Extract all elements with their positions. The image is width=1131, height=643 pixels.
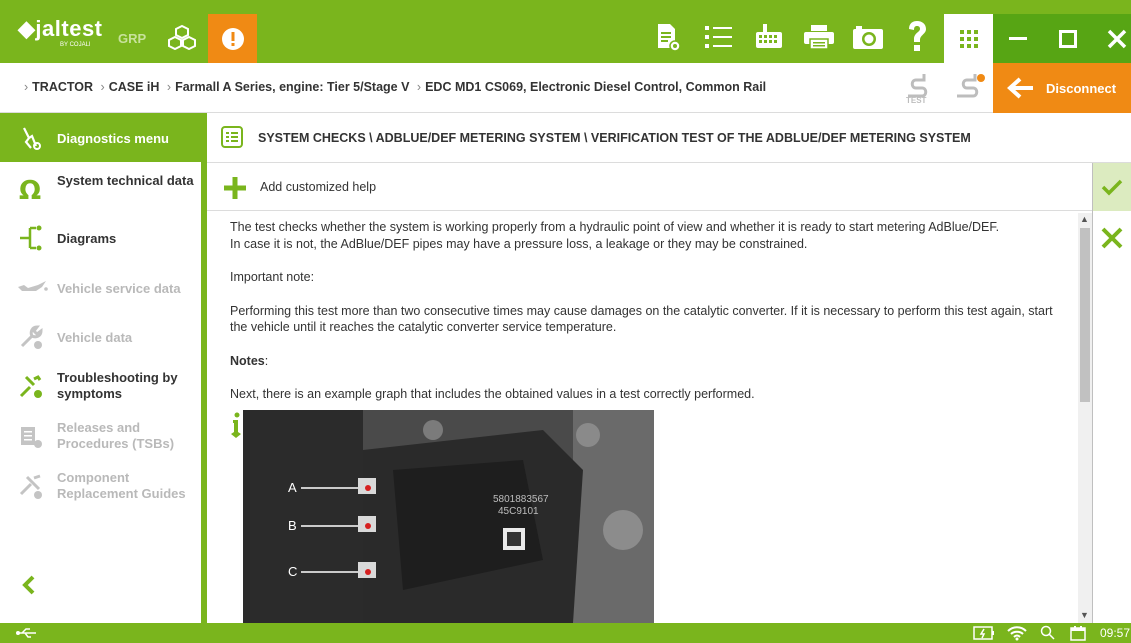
brand-sub: BY COJALI xyxy=(60,42,91,48)
cancel-button[interactable] xyxy=(1093,219,1131,257)
disconnect-button[interactable]: Disconnect xyxy=(993,63,1131,113)
apps-grid-icon xyxy=(959,29,978,48)
disconnect-label: Disconnect xyxy=(1046,81,1117,96)
sidebar-item-label: Troubleshooting by symptoms xyxy=(57,370,178,401)
sidebar-item-vehicle-data[interactable]: Vehicle data xyxy=(0,318,201,358)
sidebar-header-label: Diagnostics menu xyxy=(57,131,169,146)
test-mode-label: TEST xyxy=(906,96,927,104)
maximize-icon[interactable] xyxy=(1059,30,1077,48)
breadcrumb-system[interactable]: EDC MD1 CS069, Electronic Diesel Control… xyxy=(425,80,766,94)
system-connect-icon xyxy=(957,74,985,98)
svg-text:Ω: Ω xyxy=(19,176,41,203)
sidebar-item-label: System technical data xyxy=(57,173,194,188)
alert-icon xyxy=(221,27,244,50)
brand-name: jaltest xyxy=(35,16,103,41)
chevron-left-icon xyxy=(22,575,35,595)
sidebar-item-label: Component Replacement Guides xyxy=(57,470,186,501)
wrench-icon xyxy=(18,324,44,350)
minimize-icon[interactable] xyxy=(1009,37,1027,41)
search-icon xyxy=(1040,625,1056,641)
window-controls xyxy=(993,14,1131,63)
breadcrumb-vehicle-type[interactable]: TRACTOR xyxy=(32,80,93,94)
page-title: SYSTEM CHECKS \ ADBLUE/DEF METERING SYST… xyxy=(258,131,971,145)
photo-part-number-2: 45C9101 xyxy=(498,506,539,517)
close-icon[interactable] xyxy=(1107,29,1127,49)
battery-icon xyxy=(973,625,995,641)
cubes-icon[interactable] xyxy=(166,24,198,50)
sidebar-item-component-replacement[interactable]: Component Replacement Guides xyxy=(0,468,201,508)
description-line-1: The test checks whether the system is wo… xyxy=(230,220,1000,234)
usb-icon xyxy=(16,628,38,638)
scroll-up-icon[interactable]: ▲ xyxy=(1080,214,1089,224)
scroll-thumb[interactable] xyxy=(1080,228,1090,402)
apps-grid-button[interactable] xyxy=(944,14,993,63)
plus-icon xyxy=(223,176,247,200)
document-icon[interactable] xyxy=(655,22,681,52)
connection-status-button[interactable] xyxy=(953,72,987,104)
tools-icon xyxy=(18,474,44,500)
notes-colon: : xyxy=(264,353,269,368)
diagram-icon xyxy=(18,224,44,252)
metering-module-photo: 5801883567 45C9101 A B C xyxy=(243,410,654,623)
clipboard-icon xyxy=(18,424,44,450)
edition-label: GRP xyxy=(118,31,147,46)
sidebar-item-vehicle-service-data[interactable]: Vehicle service data xyxy=(0,269,201,309)
wifi-icon xyxy=(1007,625,1027,641)
photo-label-c: C xyxy=(288,564,297,579)
sidebar-item-diagrams[interactable]: Diagrams xyxy=(0,220,201,260)
cross-icon xyxy=(1101,227,1123,249)
warning-paragraph: Performing this test more than two conse… xyxy=(230,303,1053,335)
jaltest-logo: ◆jaltest BY COJALI xyxy=(18,16,103,49)
printer-icon[interactable] xyxy=(803,24,835,50)
logo-mark: ◆ xyxy=(18,16,36,41)
breadcrumb: › TRACTOR › CASE iH › Farmall A Series, eng… xyxy=(24,80,766,94)
photo-part-number-1: 5801883567 xyxy=(493,494,549,505)
sidebar-item-system-technical-data[interactable]: Ω System technical data xyxy=(0,171,201,211)
oil-can-icon xyxy=(16,279,48,297)
status-bar: 09:57 xyxy=(0,623,1131,643)
help-label: Add customized help xyxy=(260,180,377,194)
troubleshooting-icon xyxy=(18,374,44,400)
checklist-icon xyxy=(221,126,243,148)
breadcrumb-chevron-icon: › xyxy=(416,80,422,94)
keyboard-icon[interactable] xyxy=(754,22,784,52)
sidebar: Diagnostics menu Ω System technical data… xyxy=(0,113,201,623)
sidebar-item-label: Releases and Procedures (TSBs) xyxy=(57,420,175,451)
back-button[interactable] xyxy=(22,575,36,595)
clock: 09:57 xyxy=(1100,626,1131,640)
breadcrumb-chevron-icon: › xyxy=(166,80,172,94)
breadcrumb-brand[interactable]: CASE iH xyxy=(109,80,160,94)
photo-label-a: A xyxy=(288,480,297,495)
info-icon[interactable] xyxy=(229,412,243,444)
sidebar-item-label: Vehicle data xyxy=(57,330,133,345)
sidebar-item-troubleshooting[interactable]: Troubleshooting by symptoms xyxy=(0,368,201,408)
sidebar-item-label: Diagrams xyxy=(57,231,117,246)
test-mode-button[interactable]: TEST xyxy=(902,72,934,104)
arrow-left-icon xyxy=(1007,77,1035,99)
calendar-icon xyxy=(1070,625,1086,641)
sidebar-item-label: Vehicle service data xyxy=(57,281,181,296)
diagnostics-icon xyxy=(20,126,42,150)
breadcrumb-model[interactable]: Farmall A Series, engine: Tier 5/Stage V xyxy=(175,80,409,94)
description-line-2: In case it is not, the AdBlue/DEF pipes … xyxy=(230,236,808,251)
sidebar-header-diagnostics-menu[interactable]: Diagnostics menu xyxy=(0,113,201,162)
add-customized-help-button[interactable]: Add customized help xyxy=(207,163,1093,211)
breadcrumb-chevron-icon: › xyxy=(100,80,105,94)
sidebar-item-releases-procedures[interactable]: Releases and Procedures (TSBs) xyxy=(0,418,201,458)
list-icon[interactable] xyxy=(704,24,734,50)
example-paragraph: Next, there is an example graph that inc… xyxy=(230,387,755,401)
breadcrumb-chevron-icon: › xyxy=(24,80,29,94)
photo-label-b: B xyxy=(288,518,297,533)
accept-button[interactable] xyxy=(1093,163,1131,211)
omega-icon: Ω xyxy=(18,175,44,203)
help-icon[interactable] xyxy=(906,20,928,54)
important-note-heading: Important note: xyxy=(230,270,315,284)
camera-icon[interactable] xyxy=(852,24,884,50)
system-test-icon: TEST xyxy=(906,74,928,104)
scroll-down-icon[interactable]: ▼ xyxy=(1080,610,1089,620)
notes-heading: Notes xyxy=(230,353,265,368)
check-icon xyxy=(1101,179,1123,196)
alert-button[interactable] xyxy=(208,14,257,63)
section-title-bar: SYSTEM CHECKS \ ADBLUE/DEF METERING SYST… xyxy=(207,113,1131,163)
